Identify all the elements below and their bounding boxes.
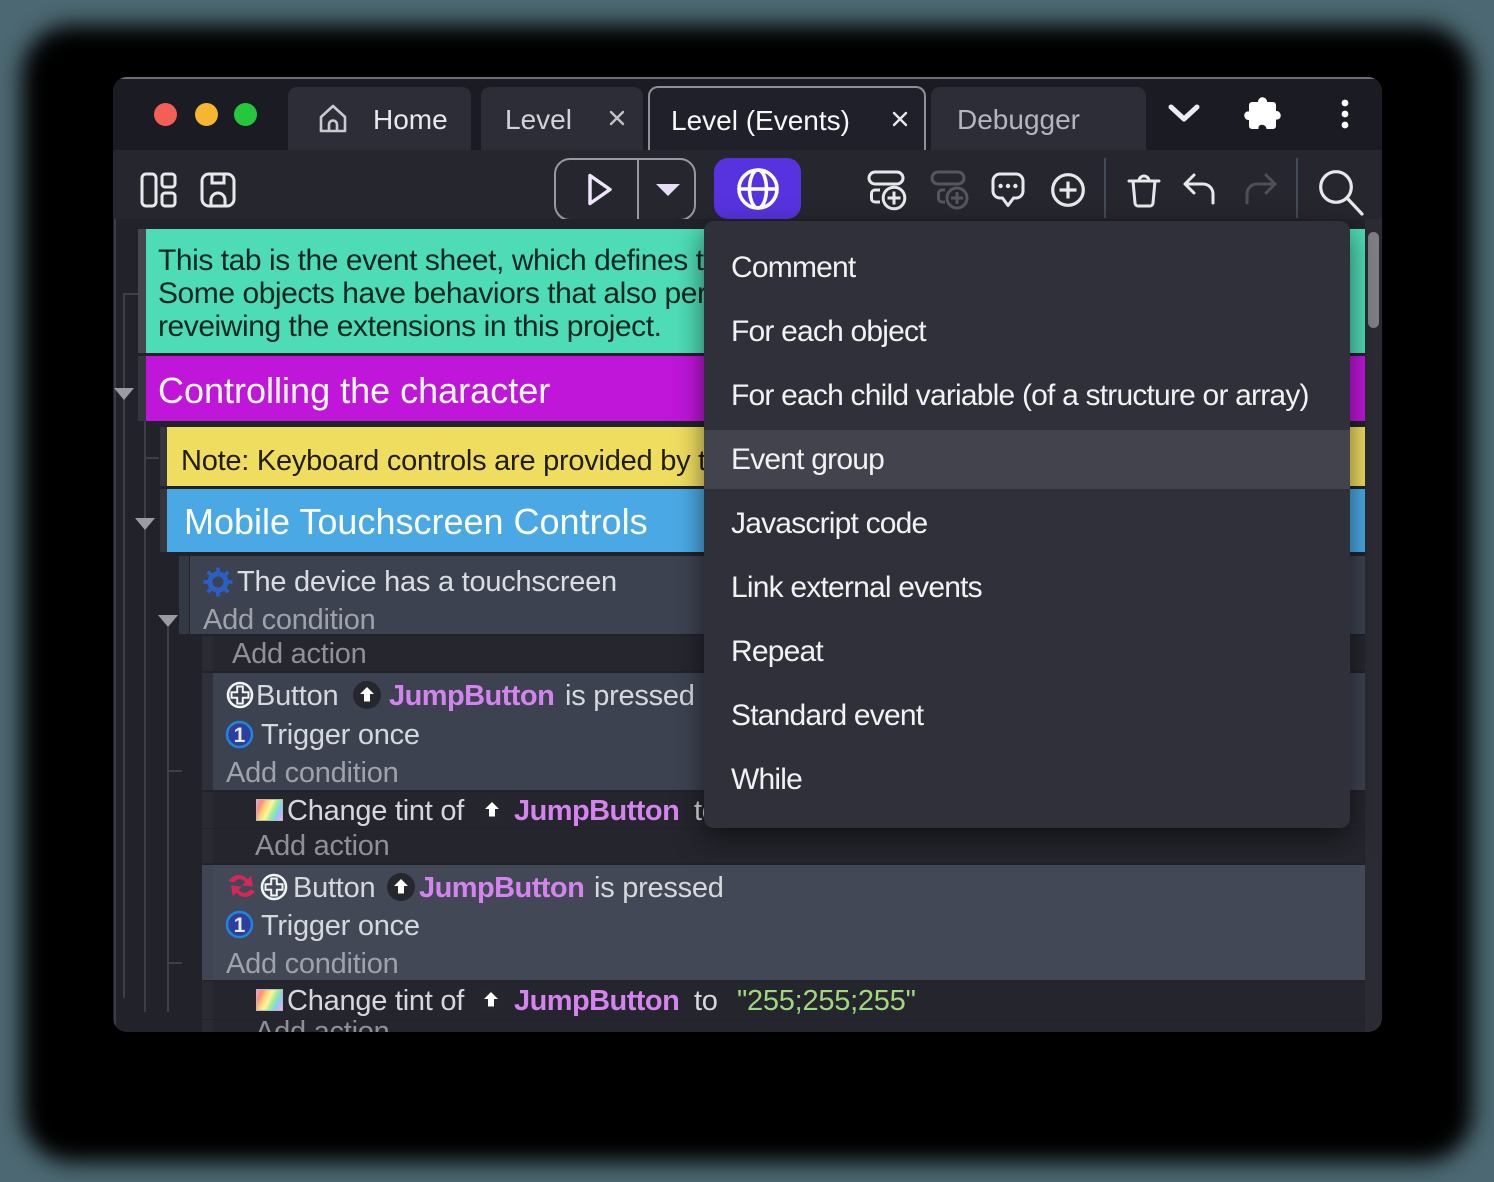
- svg-text:1: 1: [234, 724, 246, 747]
- svg-text:1: 1: [234, 914, 246, 937]
